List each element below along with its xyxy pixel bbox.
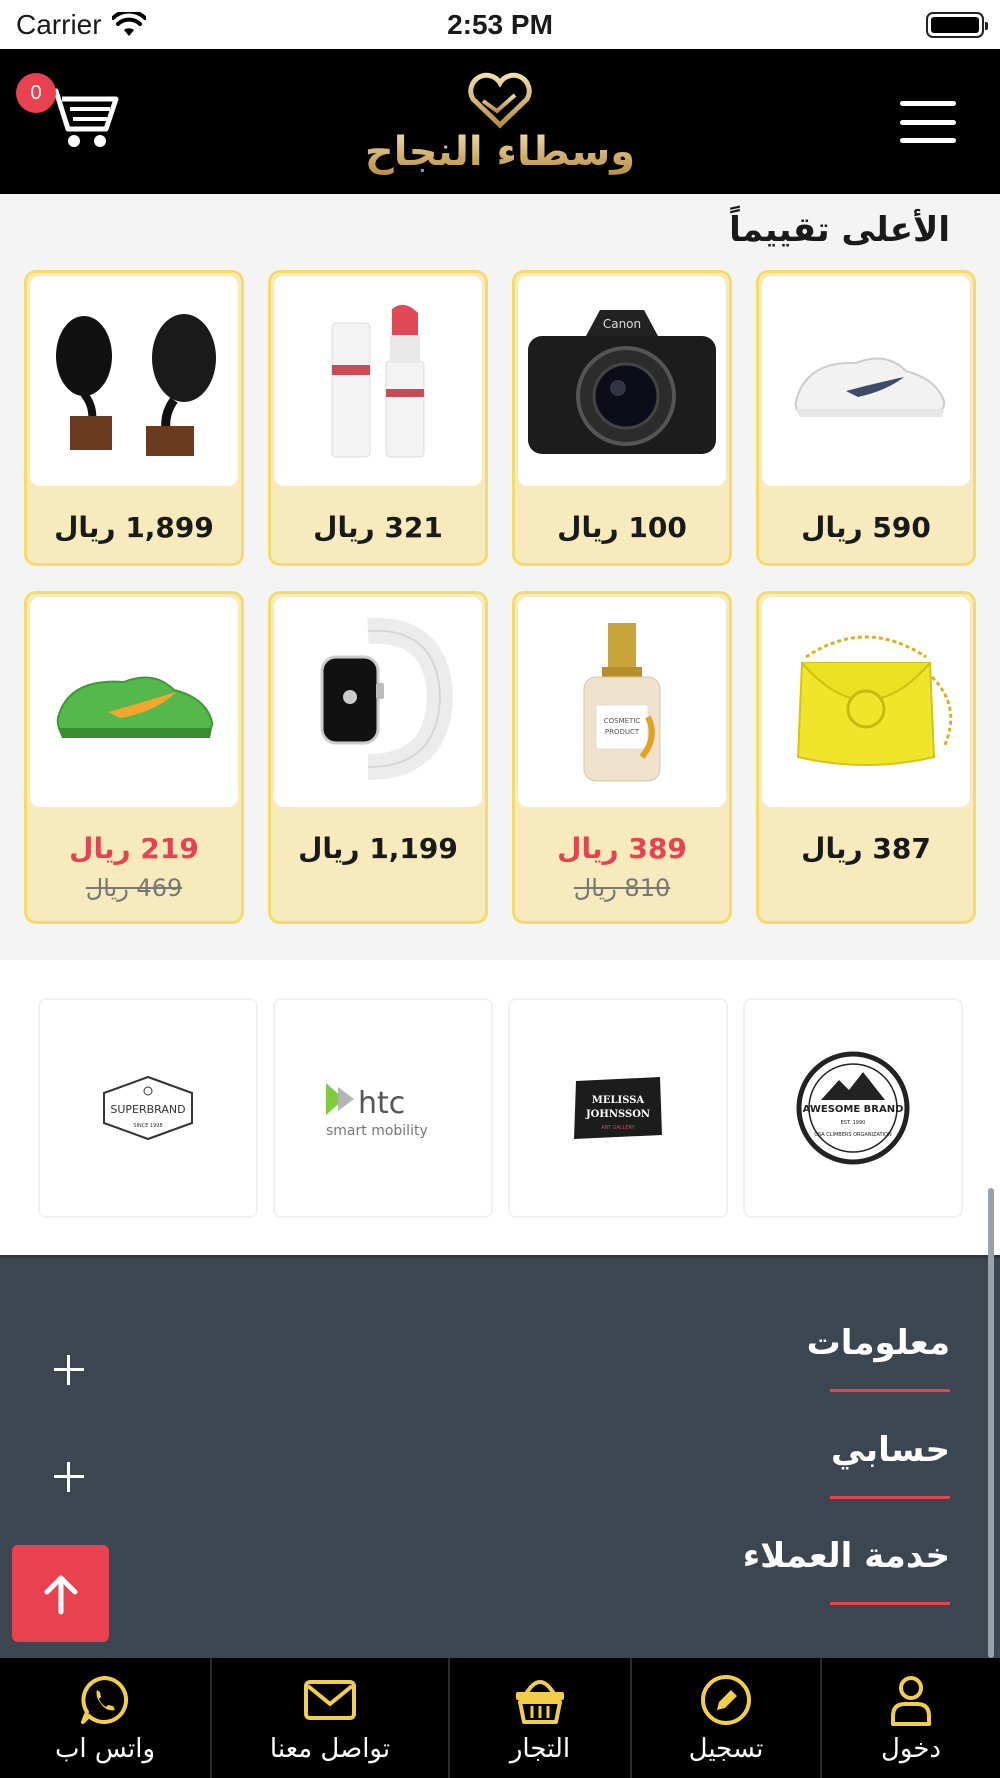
product-price: 219 ريال (69, 832, 199, 865)
product-image-perfume-bottle: COSMETIC PRODUCT (518, 597, 726, 807)
carrier-info: Carrier (16, 9, 146, 41)
brand-superbrand[interactable]: SUPERBRAND SINCE 1998 (38, 998, 258, 1218)
tab-label: التجار (509, 1734, 571, 1764)
footer-underline (830, 1389, 950, 1392)
svg-text:MELISSA: MELISSA (592, 1095, 645, 1106)
pencil-icon (701, 1675, 751, 1725)
footer-section-customer-service[interactable]: خدمة العملاء (0, 1536, 1000, 1616)
product-card[interactable]: 387 ريال (756, 591, 976, 924)
user-icon (891, 1676, 931, 1726)
product-image-white-sneaker (762, 276, 970, 486)
bottom-tab-bar: دخول تسجيل التجار تواصل معنا واتس اب (0, 1658, 1000, 1778)
product-card[interactable]: 1,899 ريال (24, 270, 244, 566)
product-price: 1,899 ريال (54, 511, 214, 544)
battery-icon (926, 11, 988, 38)
product-card[interactable]: Canon 100 ريال (512, 270, 732, 566)
product-card[interactable]: 219 ريال 469 ريال (24, 591, 244, 924)
footer-section-account[interactable]: حسابي (0, 1430, 1000, 1510)
tab-label: تواصل معنا (269, 1734, 391, 1764)
footer-underline (830, 1602, 950, 1605)
svg-text:smart mobility: smart mobility (326, 1123, 428, 1139)
footer-section-label: معلومات (806, 1323, 950, 1363)
cart-button[interactable]: 0 (16, 73, 120, 153)
tab-contact[interactable]: تواصل معنا (210, 1658, 448, 1778)
clock: 2:53 PM (447, 8, 553, 40)
product-old-price: 469 ريال (85, 874, 183, 902)
brands-section: AWESOME BRAND EST. 1990 USA CLIMBERS ORG… (0, 960, 1000, 1255)
footer: معلومات حسابي خدمة العملاء (0, 1255, 1000, 1658)
tab-login[interactable]: دخول (820, 1658, 1000, 1778)
product-image-dslr-camera: Canon (518, 276, 726, 486)
basket-icon (516, 1680, 564, 1724)
plus-icon[interactable] (54, 1462, 84, 1492)
product-card[interactable]: 590 ريال (756, 270, 976, 566)
tab-register[interactable]: تسجيل (630, 1658, 820, 1778)
svg-text:ART GALLERY: ART GALLERY (601, 1125, 635, 1131)
product-price: 100 ريال (557, 511, 687, 544)
product-price: 321 ريال (313, 511, 443, 544)
mail-icon (304, 1680, 356, 1720)
app-header: 0 وسطاء النجاح (0, 49, 1000, 194)
product-grid: 590 ريال Canon 100 ريال 321 ريال 1,899 ر… (24, 270, 976, 924)
svg-text:AWESOME BRAND: AWESOME BRAND (803, 1104, 904, 1115)
footer-section-label: حسابي (830, 1430, 950, 1470)
section-title-top-rated: الأعلى تقييماً (729, 210, 950, 250)
product-image-gramophone-speakers (30, 276, 238, 486)
svg-text:JOHNSSON: JOHNSSON (585, 1109, 650, 1120)
brand-melissa-johnsson[interactable]: MELISSA JOHNSSON ART GALLERY (508, 998, 728, 1218)
brand-htc[interactable]: htc smart mobility (273, 998, 493, 1218)
svg-text:COSMETIC: COSMETIC (604, 717, 641, 725)
tab-label: واتس اب (54, 1734, 156, 1764)
product-card[interactable]: 1,199 ريال (268, 591, 488, 924)
tab-merchants[interactable]: التجار (448, 1658, 630, 1778)
tab-label: تسجيل (688, 1734, 764, 1764)
svg-text:EST. 1990: EST. 1990 (841, 1120, 866, 1126)
product-old-price: 810 ريال (573, 874, 671, 902)
svg-text:PRODUCT: PRODUCT (605, 728, 640, 736)
product-card[interactable]: 321 ريال (268, 270, 488, 566)
cart-count-badge: 0 (16, 73, 56, 113)
logo-text: وسطاء النجاح (365, 129, 635, 175)
footer-section-label: خدمة العملاء (742, 1536, 950, 1576)
whatsapp-icon (81, 1676, 129, 1724)
logo[interactable]: وسطاء النجاح (365, 67, 635, 177)
product-image-yellow-handbag (762, 597, 970, 807)
product-price: 389 ريال (557, 832, 687, 865)
scroll-to-top-button[interactable] (12, 1545, 109, 1642)
wifi-icon (111, 11, 146, 36)
svg-text:Canon: Canon (603, 317, 641, 331)
scrollbar[interactable] (988, 1188, 994, 1658)
svg-text:htc: htc (358, 1086, 405, 1121)
svg-text:SUPERBRAND: SUPERBRAND (110, 1103, 185, 1116)
svg-text:SINCE 1998: SINCE 1998 (133, 1123, 162, 1129)
product-card[interactable]: COSMETIC PRODUCT 389 ريال 810 ريال (512, 591, 732, 924)
status-bar: Carrier 2:53 PM (0, 0, 1000, 49)
product-price: 387 ريال (801, 832, 931, 865)
footer-section-info[interactable]: معلومات (0, 1323, 1000, 1403)
footer-underline (830, 1496, 950, 1499)
brand-list: AWESOME BRAND EST. 1990 USA CLIMBERS ORG… (37, 998, 963, 1218)
arrow-up-icon (44, 1575, 77, 1614)
product-image-green-sneaker (30, 597, 238, 807)
brand-awesome-brand[interactable]: AWESOME BRAND EST. 1990 USA CLIMBERS ORG… (743, 998, 963, 1218)
product-price: 1,199 ريال (298, 832, 458, 865)
menu-icon[interactable] (900, 101, 956, 143)
product-image-smart-watch (274, 597, 482, 807)
plus-icon[interactable] (54, 1355, 84, 1385)
tab-whatsapp[interactable]: واتس اب (0, 1658, 210, 1778)
tab-label: دخول (881, 1734, 941, 1764)
carrier-label: Carrier (16, 8, 102, 40)
product-price: 590 ريال (801, 511, 931, 544)
product-image-lipstick (274, 276, 482, 486)
svg-text:USA CLIMBERS ORGANIZATION: USA CLIMBERS ORGANIZATION (814, 1132, 892, 1138)
